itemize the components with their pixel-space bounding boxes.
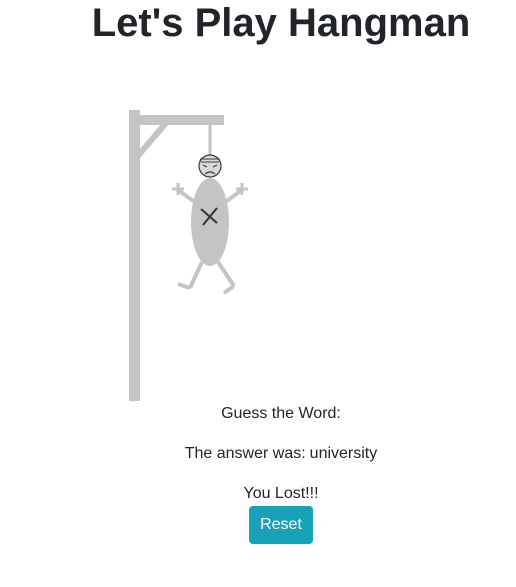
answer-word: university bbox=[309, 445, 378, 462]
reset-button[interactable]: Reset bbox=[249, 506, 313, 544]
answer-label: The answer was: bbox=[184, 445, 306, 462]
dead-face-icon bbox=[198, 154, 222, 178]
left-foot bbox=[177, 282, 191, 290]
game-result: You Lost!!! bbox=[243, 485, 319, 502]
gallows-brace bbox=[133, 121, 169, 160]
left-leg bbox=[188, 261, 204, 289]
right-foot bbox=[222, 284, 236, 295]
hangman-figure bbox=[172, 154, 248, 295]
right-leg bbox=[216, 260, 236, 288]
gallows-beam bbox=[129, 115, 224, 125]
guess-prompt: Guess the Word: bbox=[221, 405, 341, 422]
answer-reveal: The answer was: university bbox=[0, 444, 516, 464]
body bbox=[191, 178, 229, 266]
